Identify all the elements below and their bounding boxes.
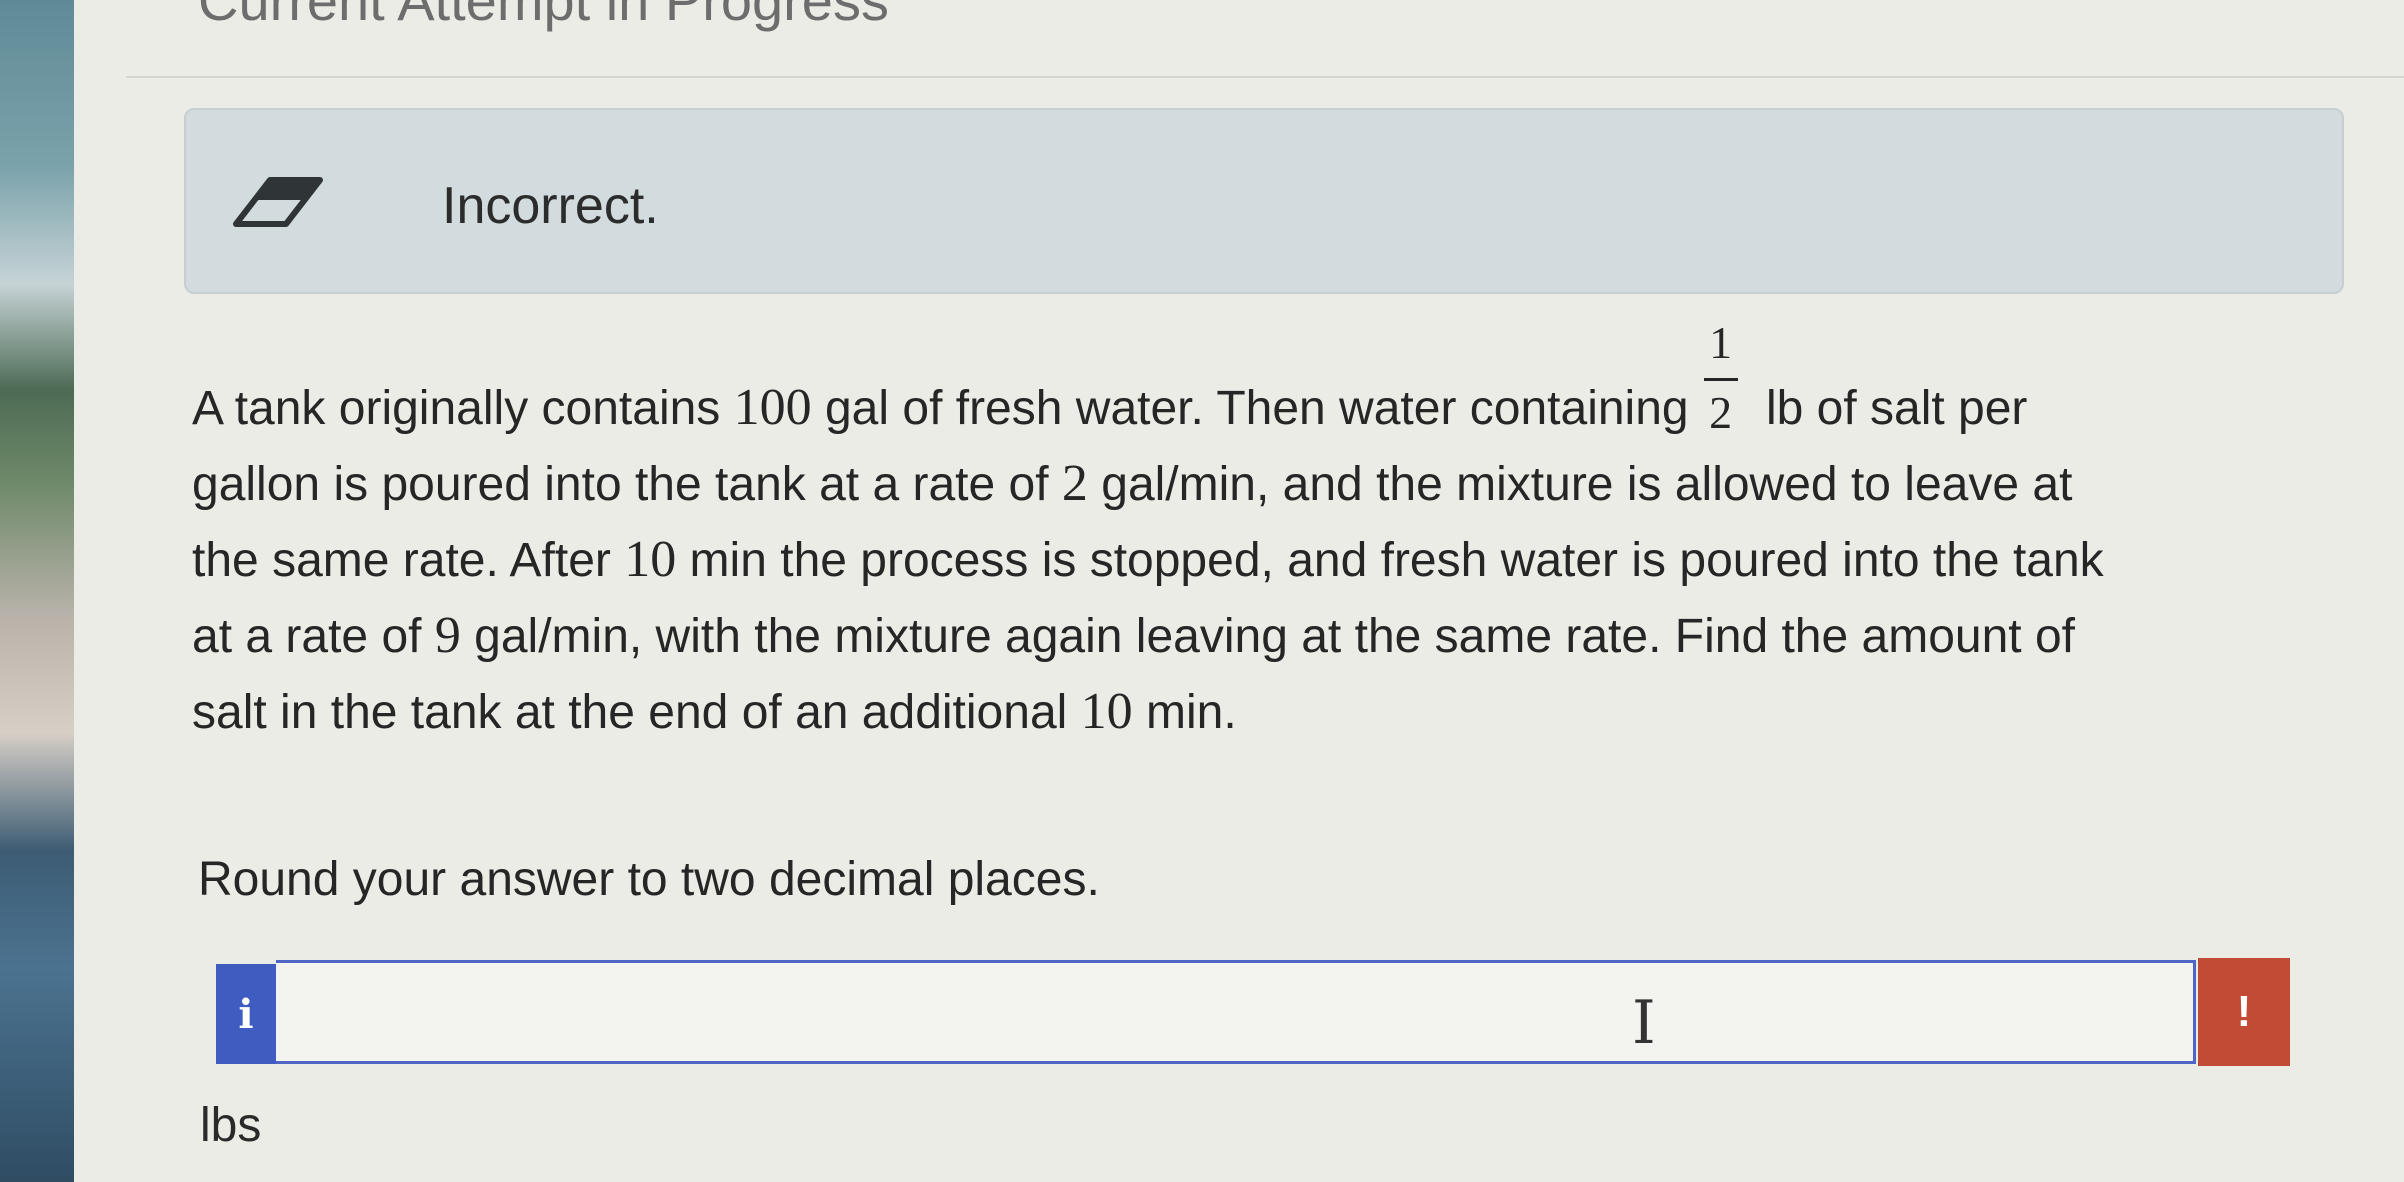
header-divider xyxy=(126,76,2404,78)
question-text: A tank originally contains 100 gal of fr… xyxy=(192,320,2342,750)
answer-row: i I ! xyxy=(216,958,2372,1066)
feedback-message: Incorrect. xyxy=(442,177,659,235)
question-line: salt in the tank at the end of an additi… xyxy=(192,683,1237,740)
screen-bezel xyxy=(0,0,74,1182)
question-line: at a rate of 9 gal/min, with the mixture… xyxy=(192,607,2075,664)
question-line: gallon is poured into the tank at a rate… xyxy=(192,455,2073,512)
rounding-instruction: Round your answer to two decimal places. xyxy=(198,853,1100,906)
fraction-one-half: 12 xyxy=(1701,320,1741,445)
assignment-page: Current Attempt in Progress Incorrect. A… xyxy=(74,0,2404,1182)
text-cursor-icon: I xyxy=(1632,988,1656,1058)
answer-unit: lbs xyxy=(200,1099,262,1152)
question-line: the same rate. After 10 min the process … xyxy=(192,531,2104,588)
answer-input[interactable]: I xyxy=(276,960,2196,1064)
question-line: A tank originally contains 100 gal of fr… xyxy=(192,320,2342,446)
info-button[interactable]: i xyxy=(216,964,276,1064)
page-title: Current Attempt in Progress xyxy=(198,0,889,32)
eraser-icon xyxy=(233,177,323,227)
error-alert-button[interactable]: ! xyxy=(2198,958,2290,1066)
feedback-banner: Incorrect. xyxy=(184,108,2344,294)
